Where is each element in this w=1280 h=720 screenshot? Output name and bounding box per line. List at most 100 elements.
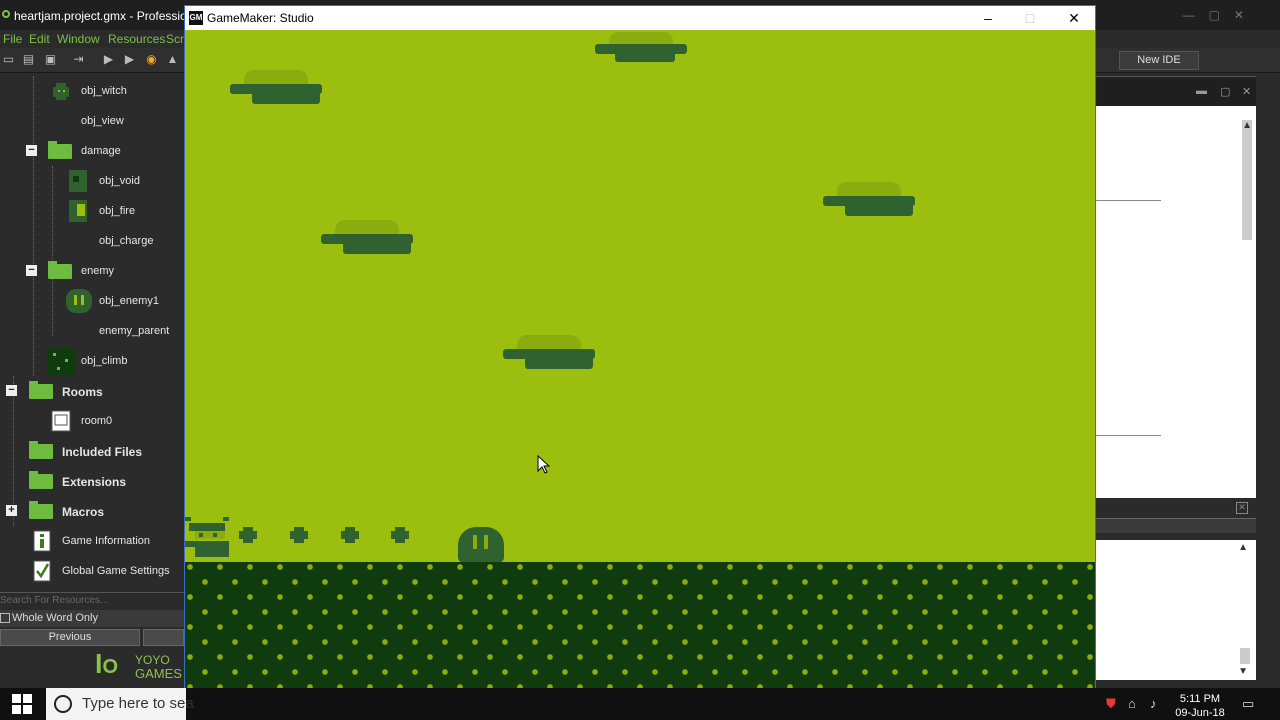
folder-icon xyxy=(48,261,72,279)
scroll-up-icon[interactable]: ▲ xyxy=(1242,120,1252,131)
whole-word-label: Whole Word Only xyxy=(12,612,98,624)
cloud xyxy=(230,70,322,110)
tree-item-obj-void[interactable]: obj_void xyxy=(0,166,184,196)
enemy-blob-sprite xyxy=(458,527,504,563)
tree-item-enemy-parent[interactable]: enemy_parent xyxy=(0,316,184,346)
tree-folder-damage[interactable]: − damage xyxy=(0,136,184,166)
cloud xyxy=(321,220,413,260)
save-icon[interactable]: ▣ xyxy=(44,53,57,66)
tree-item-label: obj_view xyxy=(81,115,124,127)
resource-search-input[interactable]: Search For Resources... xyxy=(0,592,184,608)
tree-item-label: room0 xyxy=(81,415,113,427)
panel-close-icon[interactable]: ✕ xyxy=(1236,502,1248,514)
system-tray: ⛊ ⌂ ♪ 5:11 PM 09-Jun-18 ▭ xyxy=(1096,688,1280,720)
game-window[interactable]: GM GameMaker: Studio – □ ✕ xyxy=(184,5,1096,713)
menu-scripts[interactable]: Scr xyxy=(166,32,184,46)
witch-sprite-icon xyxy=(50,81,72,101)
tree-item-obj-witch[interactable]: obj_witch xyxy=(0,76,184,106)
tree-folder-extensions[interactable]: Extensions xyxy=(0,466,184,496)
volume-icon[interactable]: ♪ xyxy=(1150,696,1157,711)
tree-item-label: obj_charge xyxy=(99,235,154,247)
whole-word-only-checkbox[interactable]: Whole Word Only xyxy=(0,610,184,627)
folder-icon xyxy=(29,441,53,459)
scroll-down-icon[interactable]: ▼ xyxy=(1238,666,1248,677)
network-icon[interactable]: ⌂ xyxy=(1128,696,1136,711)
tree-item-label: obj_enemy1 xyxy=(99,295,159,307)
next-button[interactable] xyxy=(143,629,184,646)
output-panel-content: ▲ ▼ xyxy=(1096,540,1256,680)
minimize-button[interactable]: – xyxy=(965,8,1011,28)
collapse-toggle-icon[interactable]: − xyxy=(26,265,37,276)
ide-right-edge xyxy=(1256,76,1280,686)
heart-icon xyxy=(290,527,308,543)
menu-edit[interactable]: Edit xyxy=(29,32,50,46)
taskbar-search-box[interactable]: Type here to sea xyxy=(46,688,194,720)
output-panel-header: ✕ xyxy=(1096,498,1256,540)
tree-folder-rooms[interactable]: − Rooms xyxy=(0,376,184,406)
scrollbar[interactable] xyxy=(1242,120,1252,240)
scrollbar[interactable] xyxy=(1240,648,1250,664)
menu-resources[interactable]: Resources xyxy=(108,32,165,46)
folder-icon xyxy=(29,381,53,399)
tree-item-label: obj_fire xyxy=(99,205,136,217)
maximize-button[interactable]: □ xyxy=(1007,8,1053,28)
tree-folder-macros[interactable]: + Macros xyxy=(0,496,184,526)
settings-check-icon xyxy=(33,560,51,582)
gamemaker-app-icon: GM xyxy=(189,11,203,25)
collapse-toggle-icon[interactable]: − xyxy=(26,145,37,156)
clean-icon[interactable]: ▲ xyxy=(166,53,179,66)
tree-item-obj-view[interactable]: obj_view xyxy=(0,106,184,136)
tree-folder-enemy[interactable]: − enemy xyxy=(0,256,184,286)
collapse-toggle-icon[interactable]: − xyxy=(6,385,17,396)
folder-icon xyxy=(48,141,72,159)
folder-icon xyxy=(29,471,53,489)
resource-tree: obj_witch obj_view − damage obj_void obj… xyxy=(0,76,184,588)
windows-start-icon[interactable] xyxy=(12,694,32,714)
expand-toggle-icon[interactable]: + xyxy=(6,505,17,516)
debug-run-icon[interactable]: ▶ xyxy=(123,53,136,66)
checkbox-icon[interactable] xyxy=(0,613,10,624)
taskbar-search-placeholder: Type here to sea xyxy=(82,695,194,712)
logo-text-bottom: GAMES xyxy=(135,666,182,681)
ide-window-buttons[interactable]: —▢✕ xyxy=(1183,8,1258,22)
scroll-up-icon[interactable]: ▲ xyxy=(1238,542,1248,553)
ide-title: heartjam.project.gmx - Professio xyxy=(14,9,187,23)
tree-item-game-information[interactable]: Game Information xyxy=(0,526,184,556)
heart-icon xyxy=(341,527,359,543)
right-panel-content: ▲ xyxy=(1096,106,1256,498)
new-ide-button[interactable]: New IDE xyxy=(1119,51,1199,70)
tree-item-obj-charge[interactable]: obj_charge xyxy=(0,226,184,256)
notifications-icon[interactable]: ▭ xyxy=(1242,696,1254,712)
taskbar-clock[interactable]: 5:11 PM 09-Jun-18 xyxy=(1174,692,1226,720)
run-icon[interactable]: ▶ xyxy=(102,53,115,66)
previous-button[interactable]: Previous xyxy=(0,629,140,646)
panel-maximize-icon[interactable]: ▢ xyxy=(1220,85,1230,98)
menu-file[interactable]: File xyxy=(3,32,22,46)
stop-icon[interactable]: ◉ xyxy=(145,53,158,66)
right-panel-header: ▬ ▢ ✕ xyxy=(1096,76,1256,107)
fire-sprite-icon xyxy=(67,200,89,222)
export-icon[interactable]: ⇥ xyxy=(72,53,85,66)
tree-item-obj-fire[interactable]: obj_fire xyxy=(0,196,184,226)
tree-item-label: Included Files xyxy=(62,445,143,459)
info-icon xyxy=(33,530,51,552)
tree-item-label: Global Game Settings xyxy=(62,565,170,577)
panel-minimize-icon[interactable]: ▬ xyxy=(1196,85,1207,97)
tree-item-label: Game Information xyxy=(62,535,151,547)
antivirus-icon[interactable]: ⛊ xyxy=(1106,696,1116,712)
menu-window[interactable]: Window xyxy=(57,32,100,46)
tree-item-global-game-settings[interactable]: Global Game Settings xyxy=(0,556,184,586)
tree-item-obj-climb[interactable]: obj_climb xyxy=(0,346,184,376)
game-window-titlebar[interactable]: GM GameMaker: Studio – □ ✕ xyxy=(185,6,1095,30)
output-panel-bar xyxy=(1096,518,1256,533)
player-witch-sprite xyxy=(185,517,231,561)
climb-sprite-icon xyxy=(47,347,75,375)
close-button[interactable]: ✕ xyxy=(1051,8,1097,28)
game-canvas[interactable] xyxy=(185,30,1095,712)
open-file-icon[interactable]: ▤ xyxy=(22,53,35,66)
new-file-icon[interactable]: ▭ xyxy=(2,53,15,66)
tree-item-room0[interactable]: room0 xyxy=(0,406,184,436)
tree-item-obj-enemy1[interactable]: obj_enemy1 xyxy=(0,286,184,316)
tree-folder-included-files[interactable]: Included Files xyxy=(0,436,184,466)
panel-close-icon[interactable]: ✕ xyxy=(1242,85,1251,98)
